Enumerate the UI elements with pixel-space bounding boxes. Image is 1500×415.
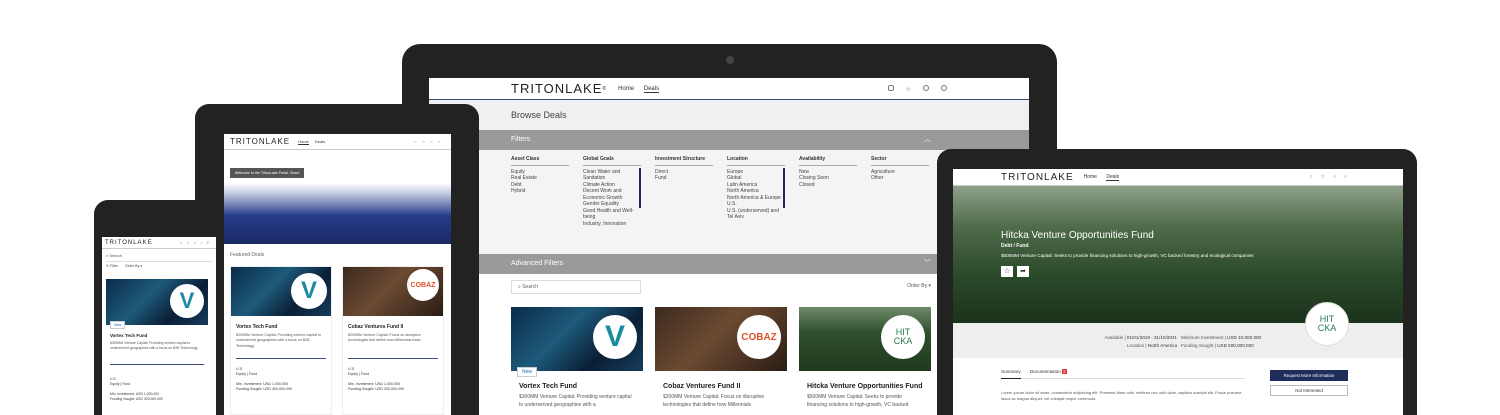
nav-home[interactable]: Home — [618, 86, 634, 92]
deal-card[interactable]: V New Vortex Tech Fund $300MM Venture Ca… — [511, 307, 643, 415]
search-icon: ⌕ — [106, 253, 109, 258]
card-image: V New — [511, 307, 643, 377]
card-image: V — [231, 267, 331, 316]
search-icon: ⌕ — [518, 284, 521, 290]
phone: TRITONLAKE ○☆○○≡ ⌕ Search ⇅ Filter Order… — [94, 200, 224, 415]
vortex-logo: V — [170, 284, 204, 318]
phone-screen: TRITONLAKE ○☆○○≡ ⌕ Search ⇅ Filter Order… — [102, 237, 216, 415]
card-description: $300MM Venture Capital: Providing ventur… — [519, 394, 632, 408]
deal-card[interactable]: V New Vortex Tech Fund $300MM Venture Ca… — [106, 279, 208, 415]
fund-type: Debt / Fund — [1001, 243, 1029, 249]
header: TRITONLAKE Home Deals ○☆○○ — [224, 134, 451, 150]
deal-card[interactable]: HIT CKA Hitcka Venture Opportunities Fund… — [799, 307, 931, 415]
card-title[interactable]: Cobaz Ventures Fund II — [663, 383, 779, 390]
summary-text: Lorem ipsum dolor sit amet, consectetur … — [1001, 390, 1242, 401]
new-badge: New — [110, 321, 126, 329]
chevron-down-icon[interactable]: ﹀ — [924, 254, 931, 274]
tab-summary[interactable]: Summary — [1001, 369, 1021, 379]
deal-card[interactable]: COBAZ Cobaz Ventures Fund II $200MM Vent… — [342, 266, 444, 415]
laptop-screen: TRITONLAKE Home Deals ○☆○○ Hitcka Ventur… — [953, 169, 1403, 415]
card-title[interactable]: Vortex Tech Fund — [519, 383, 635, 390]
favorite-button[interactable]: ☆ — [1001, 266, 1013, 277]
nav-home[interactable]: Home — [1084, 174, 1097, 180]
webcam — [726, 56, 734, 64]
star-icon[interactable]: ☆ — [906, 86, 912, 93]
tablet-screen: TRITONLAKE Home Deals ○☆○○ Welcome to th… — [224, 134, 451, 415]
card-image: COBAZ — [655, 307, 787, 371]
fund-description: $500MM Venture Capital: Seeks to provide… — [1001, 253, 1254, 258]
deal-card[interactable]: COBAZ Cobaz Ventures Fund II $200MM Vent… — [655, 307, 787, 415]
header-icons: ○☆○○≡ — [179, 240, 213, 245]
brand-logo[interactable]: TRITONLAKE — [230, 137, 290, 146]
header-icons: ○☆○○ — [414, 139, 445, 144]
nav-deals[interactable]: Deals — [1106, 174, 1120, 181]
card-title[interactable]: Vortex Tech Fund — [110, 333, 204, 338]
featured-deals-heading: Featured Deals — [230, 252, 265, 258]
card-title[interactable]: Hitcka Venture Opportunities Fund — [807, 383, 923, 390]
tab-documentation[interactable]: Documentation 2 — [1030, 369, 1067, 374]
filter-availability: Availability New Closing Soon Closed — [799, 156, 857, 188]
card-image: COBAZ — [343, 267, 443, 316]
laptop: TRITONLAKE Home Deals ○☆○○ Hitcka Ventur… — [937, 149, 1417, 415]
hitcka-logo: HIT CKA — [881, 315, 925, 359]
filter-investment-structure: Investment Structure Direct Fund — [655, 156, 713, 182]
star-icon: ☆ — [1003, 268, 1011, 275]
search-input[interactable]: ⌕ Search — [106, 253, 212, 262]
scrollbar[interactable] — [783, 168, 785, 208]
brand-logo[interactable]: TRITONLAKE — [511, 81, 602, 96]
help-icon[interactable] — [941, 84, 947, 91]
page-title: Browse Deals — [429, 100, 1029, 130]
deal-card[interactable]: V Vortex Tech Fund $300MM Venture Capita… — [230, 266, 332, 415]
filter-button[interactable]: ⇅ Filter — [106, 264, 118, 268]
welcome-banner: Welcome to the TritonLake Portal, Sean! — [230, 168, 305, 178]
card-image: HIT CKA — [799, 307, 931, 371]
search-input[interactable]: ⌕ Search — [511, 280, 641, 294]
scrollbar[interactable] — [639, 168, 641, 208]
card-description: $500MM Venture Capital: Seeks to provide… — [807, 394, 909, 408]
cobaz-logo: COBAZ — [737, 315, 781, 359]
header: TRITONLAKE ® Home Deals ☆ — [429, 78, 1029, 100]
card-description: $200MM Venture Capital: Focus on disrupt… — [348, 333, 438, 359]
card-title[interactable]: Vortex Tech Fund — [236, 324, 326, 330]
brand-logo[interactable]: TRITONLAKE — [105, 240, 153, 246]
card-image: V New — [106, 279, 208, 329]
tablet: TRITONLAKE Home Deals ○☆○○ Welcome to th… — [195, 104, 479, 415]
brand-logo[interactable]: TRITONLAKE — [1001, 172, 1074, 183]
order-by-dropdown[interactable]: Order By ▾ — [125, 264, 142, 268]
filter-asset-class: Asset Class Equity Real Estate Debt Hybr… — [511, 156, 569, 195]
order-by-dropdown[interactable]: Order By ▾ — [907, 283, 931, 289]
docs-count-badge: 2 — [1062, 369, 1067, 374]
header: TRITONLAKE Home Deals ○☆○○ — [953, 169, 1403, 186]
fund-tabs: Summary Documentation 2 Lorem ipsum dolo… — [953, 358, 1403, 415]
cobaz-logo: COBAZ — [407, 269, 439, 301]
chevron-up-icon[interactable]: ︿ — [924, 130, 931, 150]
new-badge: New — [517, 367, 538, 377]
nav-deals[interactable]: Deals — [643, 85, 660, 93]
filter-global-goals: Global Goals Clean Water and Sanitation … — [583, 156, 641, 227]
nav-home[interactable]: Home — [298, 139, 309, 145]
share-button[interactable]: ➦ — [1017, 266, 1029, 277]
fund-title: Hitcka Venture Opportunities Fund — [1001, 230, 1154, 241]
filters-bar[interactable]: Filters ︿ — [429, 130, 1029, 150]
bell-icon[interactable] — [887, 84, 894, 91]
user-icon[interactable] — [923, 84, 930, 91]
hitcka-logo: HIT CKA — [1305, 302, 1349, 346]
filter-location: Location Europe Global Latin America Nor… — [727, 156, 785, 221]
nav-deals[interactable]: Deals — [315, 139, 325, 144]
header: TRITONLAKE ○☆○○≡ — [102, 237, 216, 249]
card-description: $300MM Venture Capital: Providing ventur… — [236, 333, 326, 359]
hero-image: Welcome to the TritonLake Portal, Sean! — [224, 150, 451, 244]
header-icons: ○☆○○ — [1309, 174, 1355, 180]
vortex-logo: V — [593, 315, 637, 359]
card-description: $200MM Venture Capital: Focus on disrupt… — [663, 394, 765, 408]
filter-sector: Sector Agriculture Other — [871, 156, 929, 182]
card-description: $300MM Venture Capital: Providing ventur… — [110, 341, 204, 365]
not-interested-button[interactable]: Not Interested — [1270, 385, 1348, 396]
fund-hero: Hitcka Venture Opportunities Fund Debt /… — [953, 186, 1403, 346]
request-info-button[interactable]: Request More Information — [1270, 370, 1348, 381]
share-icon: ➦ — [1020, 268, 1026, 275]
vortex-logo: V — [291, 273, 327, 309]
card-title[interactable]: Cobaz Ventures Fund II — [348, 324, 438, 330]
